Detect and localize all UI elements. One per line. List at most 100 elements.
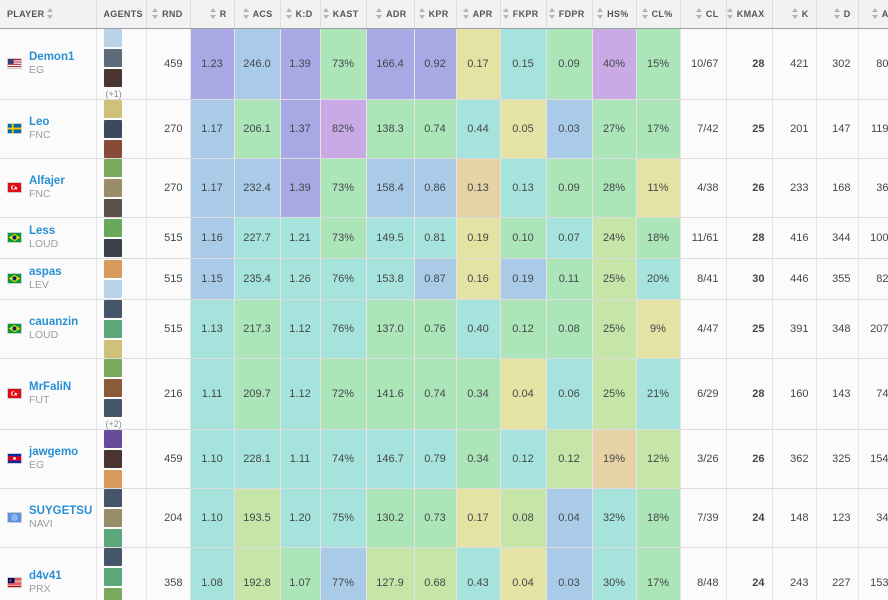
agent-icon[interactable]: [103, 99, 122, 118]
player-cell[interactable]: Demon1 EG: [0, 28, 97, 100]
table-row[interactable]: Alfajer FNC 270 1.17 232.4 1.39 73% 158.4 0.86 0.…: [0, 158, 888, 218]
sort-icon[interactable]: [418, 8, 426, 20]
column-header-k[interactable]: K: [772, 0, 817, 29]
table-row[interactable]: Demon1 EG (+1) 459 1.23 246.0 1.39 73% 166.4 0.92…: [0, 28, 888, 100]
agent-icon[interactable]: [103, 48, 122, 67]
player-cell[interactable]: Less LOUD: [0, 217, 97, 259]
player-cell[interactable]: d4v41 PRX: [0, 547, 97, 600]
column-header-player[interactable]: PLAYER: [0, 0, 97, 29]
table-row[interactable]: Less LOUD 515 1.16 227.7 1.21 73% 149.5 0.81 0.19…: [0, 217, 888, 259]
player-name[interactable]: Demon1: [29, 50, 74, 64]
agent-icon[interactable]: [103, 378, 122, 397]
agent-icon[interactable]: [103, 449, 122, 468]
agent-icon[interactable]: [103, 587, 122, 600]
sort-icon[interactable]: [285, 8, 293, 20]
player-name[interactable]: jawgemo: [29, 445, 78, 459]
column-header-adr[interactable]: ADR: [366, 0, 415, 29]
sort-icon[interactable]: [833, 8, 841, 20]
agent-icon[interactable]: [103, 339, 122, 358]
player-name[interactable]: aspas: [29, 265, 62, 279]
column-header-kpr[interactable]: KPR: [414, 0, 457, 29]
agent-icon[interactable]: [103, 429, 122, 448]
column-header-kast[interactable]: KAST: [320, 0, 367, 29]
table-row[interactable]: SUYGETSU NAVI 204 1.10 193.5 1.20 75% 130.2 0.73…: [0, 488, 888, 548]
column-header-fkpr[interactable]: FKPR: [500, 0, 547, 29]
sort-icon[interactable]: [209, 8, 217, 20]
column-header-rnd[interactable]: RND: [146, 0, 191, 29]
cell-kpr: 0.81: [414, 217, 457, 259]
sort-icon[interactable]: [695, 8, 703, 20]
player-cell[interactable]: cauanzin LOUD: [0, 299, 97, 359]
agent-icon[interactable]: [103, 488, 122, 507]
column-header-apr[interactable]: APR: [456, 0, 501, 29]
agent-icon[interactable]: [103, 68, 122, 87]
player-name[interactable]: d4v41: [29, 569, 62, 583]
agents-overflow-count: (+1): [105, 88, 122, 99]
sort-icon[interactable]: [871, 8, 879, 20]
agent-icon[interactable]: [103, 547, 122, 566]
player-cell[interactable]: Alfajer FNC: [0, 158, 97, 218]
agent-icon[interactable]: [103, 119, 122, 138]
sort-icon[interactable]: [376, 8, 383, 20]
sort-icon[interactable]: [502, 8, 510, 20]
agent-icon[interactable]: [103, 28, 122, 47]
cell-cl: 18%: [636, 217, 681, 259]
column-header-r[interactable]: R: [190, 0, 235, 29]
agent-icon[interactable]: [103, 238, 122, 257]
cell-rnd: 270: [146, 158, 191, 218]
agent-icon[interactable]: [103, 319, 122, 338]
column-header-clutch[interactable]: CL: [680, 0, 727, 29]
column-header-hs[interactable]: HS%: [592, 0, 637, 29]
sort-icon[interactable]: [152, 8, 159, 20]
agent-icon[interactable]: [103, 139, 122, 158]
agent-icon[interactable]: [103, 158, 122, 177]
column-header-fdpr[interactable]: FDPR: [546, 0, 593, 29]
table-row[interactable]: d4v41PRX(+1)3581.08192.81.0777%127.90.68…: [0, 547, 888, 600]
column-header-kmax[interactable]: KMAX: [726, 0, 773, 29]
agent-icon[interactable]: [103, 469, 122, 488]
table-row[interactable]: Leo FNC 270 1.17 206.1 1.37 82% 138.3 0.74 0.44 0.…: [0, 99, 888, 159]
column-header-acs[interactable]: ACS: [234, 0, 281, 29]
player-cell[interactable]: jawgemo EG: [0, 429, 97, 489]
sort-icon[interactable]: [242, 8, 250, 20]
player-cell[interactable]: aspas LEV: [0, 258, 97, 300]
player-name[interactable]: SUYGETSU: [29, 504, 92, 518]
sort-icon[interactable]: [322, 8, 330, 20]
player-cell[interactable]: Leo FNC: [0, 99, 97, 159]
table-row[interactable]: jawgemo EG 459 1.10 228.1 1.11 74% 146.7 0.79 0.3…: [0, 429, 888, 489]
player-name[interactable]: cauanzin: [29, 315, 78, 329]
sort-icon[interactable]: [47, 8, 54, 20]
sort-icon[interactable]: [791, 8, 799, 20]
column-header-a[interactable]: A: [858, 0, 888, 29]
player-name[interactable]: Less: [29, 224, 58, 238]
sort-icon[interactable]: [641, 8, 649, 20]
column-header-kd[interactable]: K:D: [280, 0, 321, 29]
agent-icon[interactable]: [103, 358, 122, 377]
sort-icon[interactable]: [462, 8, 470, 20]
table-row[interactable]: MrFaliN FUT (+2) 216 1.11 209.7 1.12 72% 141.6 0.…: [0, 358, 888, 430]
table-row[interactable]: aspas LEV 515 1.15 235.4 1.26 76% 153.8 0.87 0.16…: [0, 258, 888, 300]
player-name[interactable]: Alfajer: [29, 174, 65, 188]
agent-icon[interactable]: [103, 528, 122, 547]
agent-icon[interactable]: [103, 178, 122, 197]
player-name[interactable]: MrFaliN: [29, 380, 71, 394]
table-row[interactable]: cauanzin LOUD 515 1.13 217.3 1.12 76% 137.0 0.76…: [0, 299, 888, 359]
sort-icon[interactable]: [597, 8, 604, 20]
agent-icon[interactable]: [103, 398, 122, 417]
player-cell[interactable]: SUYGETSU NAVI: [0, 488, 97, 548]
column-header-cl[interactable]: CL%: [636, 0, 681, 29]
column-header-d[interactable]: D: [816, 0, 859, 29]
agent-icon[interactable]: [103, 198, 122, 217]
agent-icon[interactable]: [103, 299, 122, 318]
cell-acs: 217.3: [234, 299, 281, 359]
player-name[interactable]: Leo: [29, 115, 51, 129]
agent-icon[interactable]: [103, 279, 122, 298]
sort-icon[interactable]: [548, 8, 556, 20]
agent-icon[interactable]: [103, 567, 122, 586]
agent-icon[interactable]: [103, 218, 122, 237]
cell-hs: 32%: [592, 488, 637, 548]
sort-icon[interactable]: [726, 8, 734, 20]
player-cell[interactable]: MrFaliN FUT: [0, 358, 97, 430]
agent-icon[interactable]: [103, 259, 122, 278]
agent-icon[interactable]: [103, 508, 122, 527]
